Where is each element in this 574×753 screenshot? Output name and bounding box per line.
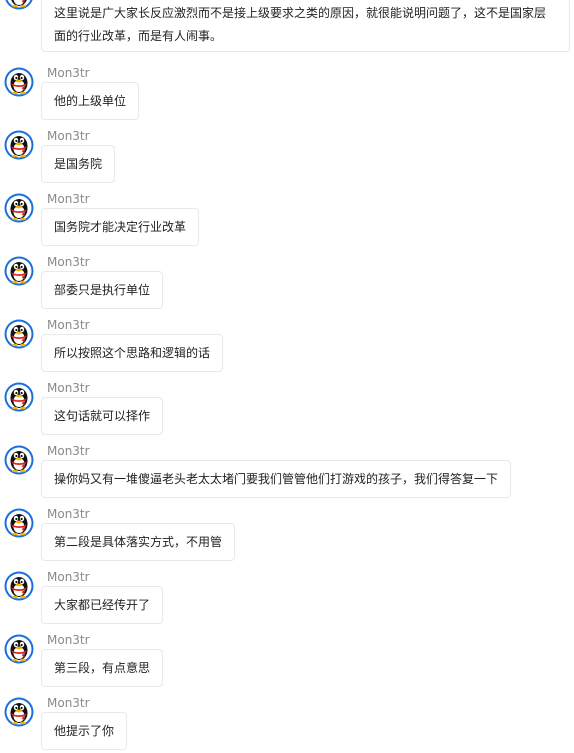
sender-name: Mon3tr bbox=[47, 633, 90, 647]
sender-name: Mon3tr bbox=[47, 66, 90, 80]
message-bubble[interactable]: 部委只是执行单位 bbox=[41, 271, 164, 309]
qq-penguin-avatar-icon[interactable] bbox=[4, 571, 34, 601]
sender-name: Mon3tr bbox=[47, 255, 90, 269]
sender-name: Mon3tr bbox=[47, 192, 90, 206]
message-bubble[interactable]: 是国务院 bbox=[41, 145, 116, 183]
sender-name: Mon3tr bbox=[47, 570, 90, 584]
message-bubble[interactable]: 第二段是具体落实方式，不用管 bbox=[41, 523, 236, 561]
message-bubble[interactable]: 这句话就可以择作 bbox=[41, 397, 164, 435]
message-bubble[interactable]: 他的上级单位 bbox=[41, 82, 140, 120]
qq-penguin-avatar-icon[interactable] bbox=[4, 508, 34, 538]
message-bubble[interactable]: 所以按照这个思路和逻辑的话 bbox=[41, 334, 224, 372]
sender-name: Mon3tr bbox=[47, 381, 90, 395]
message-bubble[interactable]: 操你妈又有一堆傻逼老头老太太堵门要我们管管他们打游戏的孩子，我们得答复一下 bbox=[41, 460, 512, 498]
qq-penguin-avatar-icon[interactable] bbox=[4, 697, 34, 727]
chat-history: 这里说是广大家长反应激烈而不是接上级要求之类的原因，就很能说明问题了，这不是国家… bbox=[0, 0, 574, 753]
qq-penguin-avatar-icon[interactable] bbox=[4, 382, 34, 412]
message-bubble[interactable]: 国务院才能决定行业改革 bbox=[41, 208, 200, 246]
sender-name: Mon3tr bbox=[47, 507, 90, 521]
qq-penguin-avatar-icon[interactable] bbox=[4, 193, 34, 223]
sender-name: Mon3tr bbox=[47, 318, 90, 332]
qq-penguin-avatar-icon[interactable] bbox=[4, 256, 34, 286]
message-bubble[interactable]: 这里说是广大家长反应激烈而不是接上级要求之类的原因，就很能说明问题了，这不是国家… bbox=[41, 0, 570, 52]
message-bubble[interactable]: 第三段，有点意思 bbox=[41, 649, 164, 687]
qq-penguin-avatar-icon[interactable] bbox=[4, 634, 34, 664]
sender-name: Mon3tr bbox=[47, 129, 90, 143]
qq-penguin-avatar-icon[interactable] bbox=[4, 130, 34, 160]
sender-name: Mon3tr bbox=[47, 696, 90, 710]
qq-penguin-avatar-icon[interactable] bbox=[4, 445, 34, 475]
qq-penguin-avatar-icon[interactable] bbox=[4, 319, 34, 349]
message-bubble[interactable]: 他提示了你 bbox=[41, 712, 128, 750]
message-bubble[interactable]: 大家都已经传开了 bbox=[41, 586, 164, 624]
qq-penguin-avatar-icon[interactable] bbox=[4, 0, 34, 10]
sender-name: Mon3tr bbox=[47, 444, 90, 458]
qq-penguin-avatar-icon[interactable] bbox=[4, 67, 34, 97]
